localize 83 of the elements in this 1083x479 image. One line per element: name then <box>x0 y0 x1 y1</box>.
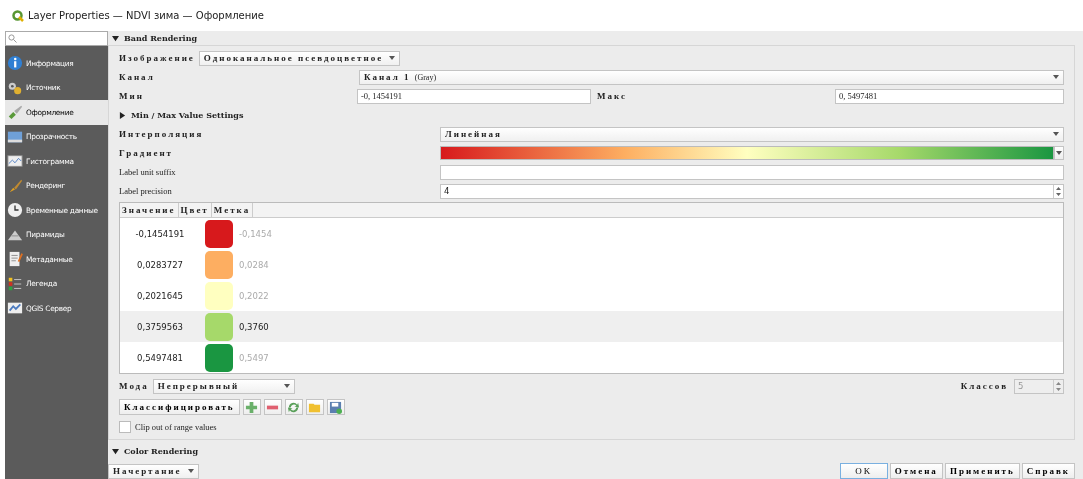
chart-icon <box>7 153 23 170</box>
value-cell-text: -0,1454191 <box>134 228 186 239</box>
value-cell-text: 0,0283727 <box>136 259 184 270</box>
mode-dropdown[interactable]: Непрерывный <box>152 378 295 394</box>
caret-icon <box>389 56 396 60</box>
band-dropdown[interactable]: Канал 1 (Gray) <box>359 69 1064 85</box>
caret-icon <box>1053 132 1059 136</box>
caret-icon <box>187 469 194 473</box>
legend-icon <box>7 275 23 292</box>
section-title: Band Rendering <box>124 33 198 43</box>
document-icon <box>7 251 23 268</box>
color-swatch[interactable] <box>205 312 233 341</box>
collapsed-triangle-icon[interactable] <box>119 111 126 119</box>
value-cell-text: 0,2021645 <box>136 290 184 301</box>
color-swatch[interactable] <box>205 219 233 248</box>
precision-spinbox[interactable]: 4 <box>440 183 1064 199</box>
table-row[interactable]: 0,5497481 0,5497 <box>120 342 1063 373</box>
field-label: Изображение <box>119 53 195 63</box>
unit-suffix-field[interactable] <box>440 164 1064 180</box>
dialog-button[interactable]: OK <box>839 463 888 479</box>
blend-mode-dropdown[interactable]: Начертание <box>108 463 199 479</box>
field-label: Мин <box>119 91 145 101</box>
interpolation-dropdown[interactable]: Линейная <box>440 126 1064 142</box>
dialog-button[interactable]: Применить <box>944 463 1020 479</box>
caret-icon <box>283 384 290 388</box>
spin-arrows-icon <box>1053 379 1063 393</box>
color-swatch[interactable] <box>205 343 233 372</box>
max-field[interactable]: 0, 5497481 <box>835 88 1064 104</box>
plus-button[interactable] <box>242 399 261 415</box>
gradient-ramp[interactable] <box>440 146 1054 160</box>
expanded-triangle-icon[interactable] <box>112 447 119 455</box>
section-title: Color Rendering <box>124 446 198 456</box>
field-label: Мода <box>119 381 149 391</box>
column-header[interactable]: Метка <box>211 203 254 217</box>
save-button[interactable] <box>326 399 345 415</box>
field-label: Label unit suffix <box>119 167 177 177</box>
column-header[interactable]: Значение <box>120 203 179 217</box>
label-cell: -0,1454 <box>239 228 272 239</box>
dialog-button[interactable]: Справк <box>1021 463 1075 479</box>
field-label: Классов <box>960 381 1008 391</box>
column-header[interactable]: Цвет <box>178 203 212 217</box>
refresh-icon <box>287 400 301 414</box>
spin-arrows-icon <box>1053 184 1063 198</box>
checkbox-label: Clip out of range values <box>135 422 217 432</box>
plus-icon <box>245 400 259 414</box>
brush-icon <box>7 177 23 194</box>
field-label: Макс <box>597 91 628 101</box>
table-row[interactable]: 0,2021645 0,2022 <box>120 280 1063 311</box>
field-label: Канал <box>119 72 156 82</box>
field-label: Градиент <box>119 148 174 158</box>
info-icon <box>7 55 23 72</box>
color-swatch[interactable] <box>205 250 233 279</box>
table-row[interactable]: 0,3759563 0,3760 <box>120 311 1063 342</box>
table-row[interactable]: 0,0283727 0,0284 <box>120 249 1063 280</box>
minus-button[interactable] <box>263 399 282 415</box>
color-swatch[interactable] <box>205 281 233 310</box>
label-cell: 0,3760 <box>239 321 269 332</box>
save-icon <box>329 400 343 414</box>
label-cell: 0,5497 <box>239 352 269 363</box>
app-logo-icon <box>12 9 24 22</box>
field-label: Интерполяция <box>119 129 205 139</box>
label-cell: 0,0284 <box>239 259 269 270</box>
caret-icon <box>1056 151 1062 155</box>
clock-icon <box>7 202 23 219</box>
value-cell-text: 0,3759563 <box>136 321 184 332</box>
refresh-button[interactable] <box>284 399 303 415</box>
paintbrush-icon <box>7 104 23 121</box>
render-type-dropdown[interactable]: Одноканальное псевдоцветное <box>198 50 401 66</box>
min-field[interactable]: -0, 1454191 <box>357 88 591 104</box>
value-cell-text: 0,5497481 <box>136 352 184 363</box>
window-title: Layer Properties — NDVI зима — Оформление <box>28 10 264 21</box>
section-title: Min / Max Value Settings <box>131 110 244 120</box>
gradient-menu-button[interactable] <box>1054 146 1064 160</box>
table-row[interactable]: -0,1454191 -0,1454 <box>120 218 1063 249</box>
checkbox[interactable] <box>119 421 131 433</box>
classify-button[interactable]: Классифицировать <box>119 399 240 415</box>
search-icon <box>8 34 17 43</box>
field-label: Label precision <box>119 186 173 196</box>
dialog-button[interactable]: Отмена <box>889 463 943 479</box>
expanded-triangle-icon[interactable] <box>112 34 119 42</box>
search-field[interactable] <box>5 31 108 46</box>
label-cell: 0,2022 <box>239 290 269 301</box>
caret-icon <box>1053 75 1059 79</box>
